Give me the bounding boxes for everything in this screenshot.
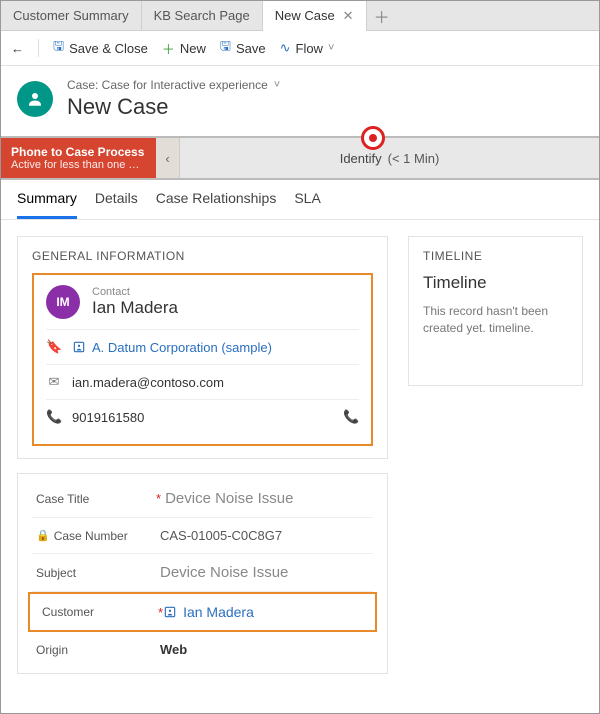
- phone-row: 📞 9019161580 📞: [46, 399, 359, 434]
- field-origin[interactable]: Origin Web: [32, 632, 373, 667]
- bookmark-icon: 🔖: [46, 339, 62, 355]
- mail-icon: ✉: [46, 374, 62, 390]
- account-icon: [72, 340, 86, 354]
- timeline-section: TIMELINE Timeline This record hasn't bee…: [408, 236, 583, 386]
- field-label: Case Title: [36, 492, 89, 506]
- email-row: ✉ ian.madera@contoso.com: [46, 364, 359, 399]
- field-label: Case Number: [54, 529, 128, 543]
- process-name-chip[interactable]: Phone to Case Process Active for less th…: [1, 138, 156, 178]
- close-icon[interactable]: ✕: [343, 8, 354, 24]
- save-close-button[interactable]: 🖫 Save & Close: [53, 37, 148, 59]
- tab-strip: Customer Summary KB Search Page New Case…: [1, 1, 599, 31]
- email-value[interactable]: ian.madera@contoso.com: [72, 375, 224, 390]
- field-value: Device Noise Issue: [161, 490, 369, 507]
- stage-time: (< 1 Min): [388, 151, 440, 166]
- record-title: New Case: [67, 94, 280, 120]
- contact-name[interactable]: Ian Madera: [92, 298, 178, 318]
- tab-label: Customer Summary: [13, 8, 129, 23]
- phone-icon: 📞: [46, 409, 62, 425]
- save-close-icon: 🖫: [53, 37, 64, 59]
- tab-customer-summary[interactable]: Customer Summary: [1, 1, 142, 31]
- chevron-down-icon: ˅: [274, 79, 280, 91]
- field-label: Origin: [36, 643, 68, 657]
- right-column: TIMELINE Timeline This record hasn't bee…: [408, 236, 583, 674]
- back-icon[interactable]: ←: [11, 41, 24, 56]
- field-value: Web: [156, 642, 369, 657]
- tab-label: KB Search Page: [154, 8, 250, 23]
- stage-identify[interactable]: Identify (< 1 Min): [180, 151, 599, 166]
- cmd-label: Save & Close: [69, 41, 148, 56]
- contact-icon: [163, 605, 177, 619]
- section-title: GENERAL INFORMATION: [32, 249, 373, 263]
- form-tabs: Summary Details Case Relationships SLA: [1, 180, 599, 220]
- flow-button[interactable]: ∿ Flow ˅: [280, 40, 335, 56]
- cmd-label: Save: [236, 41, 266, 56]
- cmd-label: New: [180, 41, 206, 56]
- field-subject[interactable]: Subject Device Noise Issue: [32, 554, 373, 592]
- customer-link[interactable]: Ian Madera: [163, 604, 254, 620]
- left-column: GENERAL INFORMATION IM Contact Ian Mader…: [17, 236, 388, 674]
- contact-label: Contact: [92, 286, 178, 298]
- tab-sla[interactable]: SLA: [294, 190, 320, 219]
- process-name: Phone to Case Process: [11, 145, 146, 159]
- save-icon: 🖫: [220, 37, 231, 59]
- command-bar: ← 🖫 Save & Close ＋ New 🖫 Save ∿ Flow ˅: [1, 31, 599, 66]
- entity-icon: [17, 81, 53, 117]
- field-customer[interactable]: Customer * Ian Madera: [28, 592, 377, 632]
- lock-icon: 🔒: [36, 529, 50, 542]
- tab-label: New Case: [275, 8, 335, 23]
- separator: [38, 39, 39, 57]
- company-row: 🔖 A. Datum Corporation (sample): [46, 329, 359, 364]
- field-case-title[interactable]: Case Title * Device Noise Issue: [32, 480, 373, 518]
- customer-name: Ian Madera: [183, 604, 254, 620]
- tab-case-relationships[interactable]: Case Relationships: [156, 190, 277, 219]
- phone-value[interactable]: 9019161580: [72, 410, 144, 425]
- record-header: Case: Case for Interactive experience ˅ …: [1, 66, 599, 136]
- case-fields-section: Case Title * Device Noise Issue 🔒 Case N…: [17, 473, 388, 674]
- timeline-empty-message: This record hasn't been created yet. tim…: [423, 303, 568, 337]
- field-value: Device Noise Issue: [156, 564, 369, 581]
- process-status: Active for less than one mi…: [11, 159, 146, 171]
- general-information-section: GENERAL INFORMATION IM Contact Ian Mader…: [17, 236, 388, 459]
- stage-label: Identify: [340, 151, 382, 166]
- flow-icon: ∿: [280, 40, 291, 56]
- add-tab-button[interactable]: ＋: [367, 4, 397, 28]
- plus-icon: ＋: [162, 39, 175, 58]
- field-label: Subject: [36, 566, 76, 580]
- contact-header: IM Contact Ian Madera: [46, 285, 359, 319]
- tab-details[interactable]: Details: [95, 190, 138, 219]
- chevron-down-icon: ˅: [328, 42, 334, 54]
- field-value: CAS-01005-C0C8G7: [156, 528, 369, 543]
- highlight-box: IM Contact Ian Madera 🔖 A. Datum Corpora…: [32, 273, 373, 446]
- new-button[interactable]: ＋ New: [162, 39, 206, 58]
- avatar: IM: [46, 285, 80, 319]
- tab-summary[interactable]: Summary: [17, 190, 77, 219]
- stage-back-button[interactable]: ‹: [156, 138, 180, 178]
- cmd-label: Flow: [296, 41, 323, 56]
- record-type-row[interactable]: Case: Case for Interactive experience ˅: [67, 78, 280, 92]
- record-type-label: Case: Case for Interactive experience: [67, 78, 268, 92]
- target-icon: [361, 126, 385, 150]
- form-body: GENERAL INFORMATION IM Contact Ian Mader…: [1, 220, 599, 690]
- company-link[interactable]: A. Datum Corporation (sample): [72, 340, 272, 355]
- process-bar: Phone to Case Process Active for less th…: [1, 136, 599, 180]
- company-name: A. Datum Corporation (sample): [92, 340, 272, 355]
- field-label: Customer: [42, 605, 94, 619]
- save-button[interactable]: 🖫 Save: [220, 37, 266, 59]
- section-title: TIMELINE: [423, 249, 568, 263]
- tab-new-case[interactable]: New Case ✕: [263, 1, 367, 31]
- timeline-header: Timeline: [423, 273, 568, 293]
- field-case-number: 🔒 Case Number CAS-01005-C0C8G7: [32, 518, 373, 554]
- tab-kb-search[interactable]: KB Search Page: [142, 1, 263, 31]
- call-icon[interactable]: 📞: [343, 409, 359, 425]
